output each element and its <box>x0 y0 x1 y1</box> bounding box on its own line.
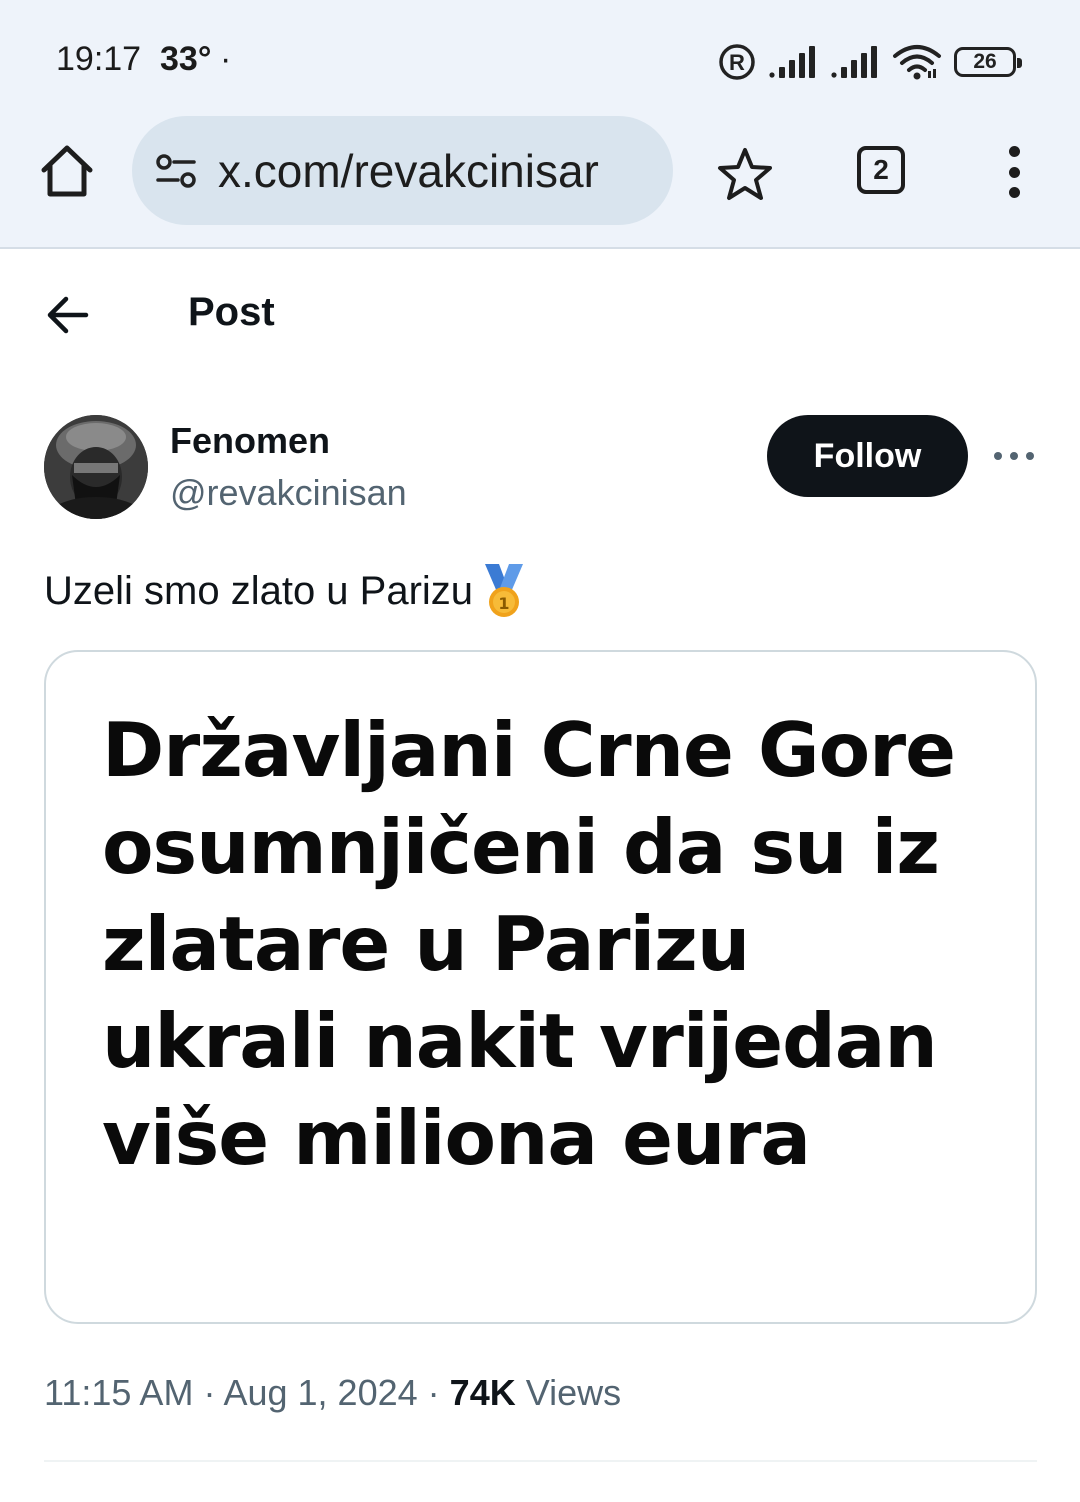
views-label: Views <box>525 1372 622 1413</box>
post-meta: 11:15 AM · Aug 1, 2024 · 74K Views <box>44 1372 621 1414</box>
tab-count: 2 <box>873 154 889 185</box>
status-time: 19:17 <box>56 40 142 78</box>
signal-icon <box>831 46 877 78</box>
registered-icon: R <box>719 44 755 80</box>
browser-chrome: 19:17 33° · R 26 x.com/revakcinisar 2 <box>0 0 1080 249</box>
status-dot: · <box>220 40 232 78</box>
battery-level: 26 <box>973 50 997 73</box>
url-text[interactable]: x.com/revakcinisar <box>218 144 599 198</box>
post-time[interactable]: 11:15 AM <box>44 1372 193 1413</box>
author-name[interactable]: Fenomen <box>170 420 330 462</box>
url-bar[interactable]: x.com/revakcinisar <box>132 116 673 225</box>
post-text: Uzeli smo zlato u Parizu 1 <box>44 562 533 620</box>
battery-icon: 26 <box>954 47 1022 77</box>
author-handle[interactable]: @revakcinisan <box>170 472 407 514</box>
svg-text:1: 1 <box>498 594 509 613</box>
views-count: 74K <box>449 1372 516 1413</box>
svg-text:R: R <box>729 50 745 75</box>
avatar-image <box>44 415 148 519</box>
follow-button[interactable]: Follow <box>767 415 968 497</box>
status-icons: R 26 <box>718 42 1022 82</box>
gold-medal-icon: 1 <box>485 564 524 617</box>
divider <box>44 1460 1037 1462</box>
wifi-icon <box>893 45 941 80</box>
more-options-icon[interactable] <box>994 448 1034 464</box>
media-headline: Državljani Crne Gore osumnjičeni da su i… <box>102 706 956 1182</box>
post-text-content: Uzeli smo zlato u Parizu <box>44 568 474 613</box>
tab-switcher-button[interactable]: 2 <box>857 146 905 194</box>
avatar[interactable] <box>44 415 148 519</box>
bookmark-star-icon[interactable] <box>716 146 774 202</box>
back-arrow-icon[interactable] <box>40 290 96 340</box>
meta-separator: · <box>427 1372 440 1413</box>
browser-menu-icon[interactable] <box>996 146 1032 198</box>
signal-icon <box>769 46 815 78</box>
page-title: Post <box>188 290 275 334</box>
post-date[interactable]: Aug 1, 2024 <box>223 1372 417 1413</box>
post-media-card[interactable]: Državljani Crne Gore osumnjičeni da su i… <box>44 650 1037 1324</box>
site-settings-icon[interactable] <box>154 153 198 189</box>
meta-separator: · <box>203 1372 216 1413</box>
status-temperature: 33° <box>160 40 212 78</box>
home-icon[interactable] <box>36 140 98 202</box>
